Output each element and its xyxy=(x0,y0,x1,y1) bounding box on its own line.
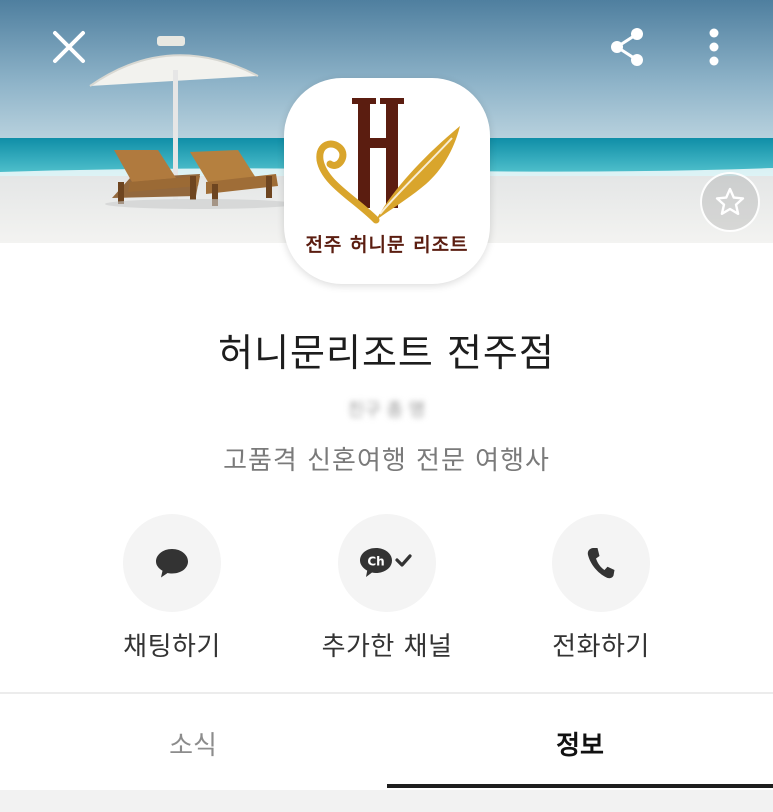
more-options-button[interactable] xyxy=(694,22,734,72)
active-tab-indicator xyxy=(387,784,773,788)
tab-info[interactable]: 정보 xyxy=(387,694,773,792)
favorite-button[interactable] xyxy=(700,172,760,232)
channel-logo: 전주 허니문 리조트 xyxy=(284,78,490,284)
call-label: 전화하기 xyxy=(552,632,650,662)
close-button[interactable] xyxy=(44,22,94,72)
channel-icon-circle: Ch xyxy=(338,514,436,612)
close-icon xyxy=(53,31,85,63)
added-channel-button[interactable]: Ch 추가한 채널 xyxy=(302,514,472,663)
more-vertical-icon xyxy=(709,28,719,66)
star-icon xyxy=(715,187,745,215)
friend-count: 친구 총 명 xyxy=(347,400,426,421)
channel-description: 고품격 신혼여행 전문 여행사 xyxy=(223,446,550,476)
chat-bubble-icon xyxy=(156,549,188,578)
share-icon xyxy=(611,28,643,66)
content-area-top xyxy=(0,790,773,812)
share-button[interactable] xyxy=(602,22,652,72)
call-button[interactable]: 전화하기 xyxy=(516,514,686,663)
channel-name: 허니문리조트 전주점 xyxy=(218,331,555,375)
call-icon-circle xyxy=(552,514,650,612)
channel-check-icon: Ch xyxy=(360,548,412,577)
chat-label: 채팅하기 xyxy=(123,632,221,662)
chat-button[interactable]: 채팅하기 xyxy=(87,514,257,663)
svg-text:Ch: Ch xyxy=(367,555,384,569)
phone-icon xyxy=(587,548,615,579)
logo-text: 전주 허니문 리조트 xyxy=(305,234,469,256)
chat-icon-circle xyxy=(123,514,221,612)
added-channel-label: 추가한 채널 xyxy=(321,632,453,662)
tab-news[interactable]: 소식 xyxy=(0,694,386,792)
